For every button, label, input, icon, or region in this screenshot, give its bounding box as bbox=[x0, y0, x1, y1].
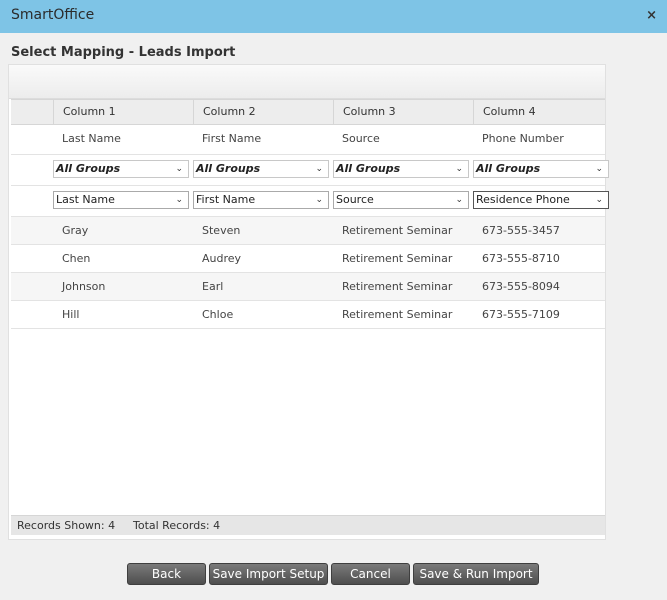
group-select-4-value: All Groups bbox=[476, 162, 541, 175]
cell-first-name: Earl bbox=[202, 280, 224, 293]
chevron-down-icon: ⌄ bbox=[175, 164, 183, 174]
column-header-4[interactable]: Column 4 bbox=[473, 100, 613, 124]
field-select-row: Last Name ⌄ First Name ⌄ Source ⌄ Residence… bbox=[11, 186, 609, 217]
cell-source: Retirement Seminar bbox=[342, 252, 453, 265]
panel-toolbar bbox=[9, 65, 605, 99]
group-select-3[interactable]: All Groups ⌄ bbox=[333, 160, 469, 178]
field-select-cell-4: Residence Phone ⌄ bbox=[473, 191, 609, 209]
chevron-down-icon: ⌄ bbox=[175, 195, 183, 205]
source-header-1: Last Name bbox=[62, 132, 121, 145]
column-header-row: Column 1 Column 2 Column 3 Column 4 bbox=[11, 99, 605, 125]
cancel-button[interactable]: Cancel bbox=[331, 563, 410, 585]
group-select-1-value: All Groups bbox=[56, 162, 121, 175]
mapping-grid: Column 1 Column 2 Column 3 Column 4 Last… bbox=[11, 99, 609, 329]
group-select-cell-3: All Groups ⌄ bbox=[333, 160, 469, 178]
field-select-cell-3: Source ⌄ bbox=[333, 191, 469, 209]
column-header-3[interactable]: Column 3 bbox=[333, 100, 473, 124]
cell-last-name: Johnson bbox=[62, 280, 106, 293]
source-header-row: Last Name First Name Source Phone Number bbox=[11, 125, 605, 155]
cell-last-name: Gray bbox=[62, 224, 89, 237]
table-row[interactable]: Johnson Earl Retirement Seminar 673-555-… bbox=[11, 273, 605, 301]
source-header-3: Source bbox=[342, 132, 380, 145]
records-shown: Records Shown: 4 bbox=[17, 519, 116, 532]
page-title: Select Mapping - Leads Import bbox=[11, 45, 236, 60]
table-row[interactable]: Gray Steven Retirement Seminar 673-555-3… bbox=[11, 217, 605, 245]
table-row[interactable]: Chen Audrey Retirement Seminar 673-555-8… bbox=[11, 245, 605, 273]
field-select-cell-2: First Name ⌄ bbox=[193, 191, 329, 209]
save-import-setup-button[interactable]: Save Import Setup bbox=[209, 563, 328, 585]
cell-phone: 673-555-7109 bbox=[482, 308, 560, 321]
source-header-4: Phone Number bbox=[482, 132, 564, 145]
field-select-4[interactable]: Residence Phone ⌄ bbox=[473, 191, 609, 209]
field-select-3-value: Source bbox=[336, 193, 374, 206]
back-button[interactable]: Back bbox=[127, 563, 206, 585]
cell-phone: 673-555-8710 bbox=[482, 252, 560, 265]
window-title: SmartOffice bbox=[11, 7, 95, 23]
field-select-1[interactable]: Last Name ⌄ bbox=[53, 191, 189, 209]
field-select-1-value: Last Name bbox=[56, 193, 115, 206]
close-icon[interactable]: × bbox=[646, 8, 657, 24]
cell-first-name: Steven bbox=[202, 224, 241, 237]
group-select-2-value: All Groups bbox=[196, 162, 261, 175]
column-header-1[interactable]: Column 1 bbox=[53, 100, 193, 124]
group-select-cell-4: All Groups ⌄ bbox=[473, 160, 609, 178]
group-select-1[interactable]: All Groups ⌄ bbox=[53, 160, 189, 178]
group-select-row: All Groups ⌄ All Groups ⌄ All Groups ⌄ All … bbox=[11, 155, 609, 186]
field-select-2[interactable]: First Name ⌄ bbox=[193, 191, 329, 209]
group-select-3-value: All Groups bbox=[336, 162, 401, 175]
action-buttons: Back Save Import Setup Cancel Save & Run… bbox=[0, 563, 667, 587]
group-select-cell-2: All Groups ⌄ bbox=[193, 160, 329, 178]
group-select-cell-1: All Groups ⌄ bbox=[53, 160, 189, 178]
chevron-down-icon: ⌄ bbox=[455, 164, 463, 174]
cell-source: Retirement Seminar bbox=[342, 280, 453, 293]
row-selector-header bbox=[11, 100, 53, 124]
source-header-2: First Name bbox=[202, 132, 262, 145]
cell-last-name: Hill bbox=[62, 308, 80, 321]
cell-phone: 673-555-8094 bbox=[482, 280, 560, 293]
chevron-down-icon: ⌄ bbox=[315, 195, 323, 205]
cell-first-name: Audrey bbox=[202, 252, 242, 265]
chevron-down-icon: ⌄ bbox=[455, 195, 463, 205]
chevron-down-icon: ⌄ bbox=[315, 164, 323, 174]
window-titlebar: SmartOffice × bbox=[0, 0, 667, 33]
cell-source: Retirement Seminar bbox=[342, 308, 453, 321]
column-header-2[interactable]: Column 2 bbox=[193, 100, 333, 124]
cell-phone: 673-555-3457 bbox=[482, 224, 560, 237]
group-select-2[interactable]: All Groups ⌄ bbox=[193, 160, 329, 178]
field-select-cell-1: Last Name ⌄ bbox=[53, 191, 189, 209]
chevron-down-icon: ⌄ bbox=[595, 164, 603, 174]
cell-first-name: Chloe bbox=[202, 308, 234, 321]
cell-last-name: Chen bbox=[62, 252, 91, 265]
field-select-4-value: Residence Phone bbox=[476, 193, 570, 206]
field-select-3[interactable]: Source ⌄ bbox=[333, 191, 469, 209]
group-select-4[interactable]: All Groups ⌄ bbox=[473, 160, 609, 178]
cell-source: Retirement Seminar bbox=[342, 224, 453, 237]
records-footer: Records Shown: 4 Total Records: 4 bbox=[11, 515, 605, 535]
mapping-panel: Column 1 Column 2 Column 3 Column 4 Last… bbox=[8, 64, 609, 540]
save-and-run-import-button[interactable]: Save & Run Import bbox=[413, 563, 539, 585]
total-records: Total Records: 4 bbox=[133, 519, 221, 532]
field-select-2-value: First Name bbox=[196, 193, 256, 206]
chevron-down-icon: ⌄ bbox=[595, 195, 603, 205]
table-row[interactable]: Hill Chloe Retirement Seminar 673-555-71… bbox=[11, 301, 605, 329]
